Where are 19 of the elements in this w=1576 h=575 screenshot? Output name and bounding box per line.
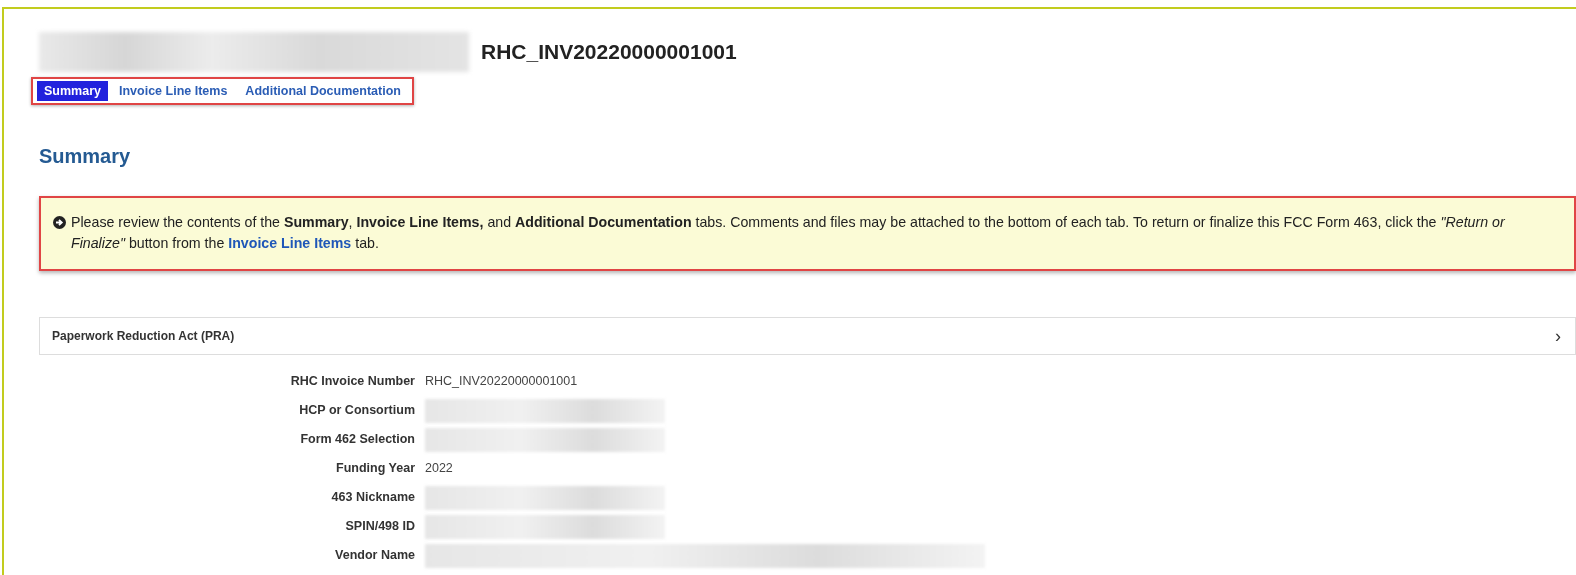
arrow-circle-icon (53, 216, 66, 229)
invoice-line-items-link[interactable]: Invoice Line Items (228, 235, 352, 251)
notice-text: Please review the contents of the Summary, Invoice Line Items, and Additional Documentation tabs. Comments and files may be attached to the bottom of each tab. To return or finalize this FCC Form 463, click the "Return or Finalize" button from the Invoice Line Items tab. (71, 213, 1506, 253)
field-label: Vendor Name (334, 547, 415, 564)
field-label: Form 462 Selection (299, 431, 415, 448)
invoice-title: RHC_INV20220000001001 (481, 40, 737, 64)
chevron-icon: › (1555, 325, 1561, 347)
field-label: SPIN/498 ID (344, 518, 415, 535)
tab[interactable]: Invoice Line Items (112, 81, 235, 101)
accordion-header[interactable]: Paperwork Reduction Act (PRA) › (39, 317, 1576, 355)
tab[interactable]: Summary (37, 81, 108, 101)
field-label: Funding Year (335, 460, 415, 477)
field-value: 2022 (425, 460, 454, 477)
field-label: HCP or Consortium (298, 402, 415, 419)
tab[interactable]: Additional Documentation (238, 81, 408, 101)
field-label: 463 Nickname (330, 489, 415, 506)
section-heading: Summary (39, 145, 132, 168)
field-label: RHC Invoice Number (289, 373, 415, 390)
field-value: RHC_INV20220000001001 (425, 373, 579, 390)
